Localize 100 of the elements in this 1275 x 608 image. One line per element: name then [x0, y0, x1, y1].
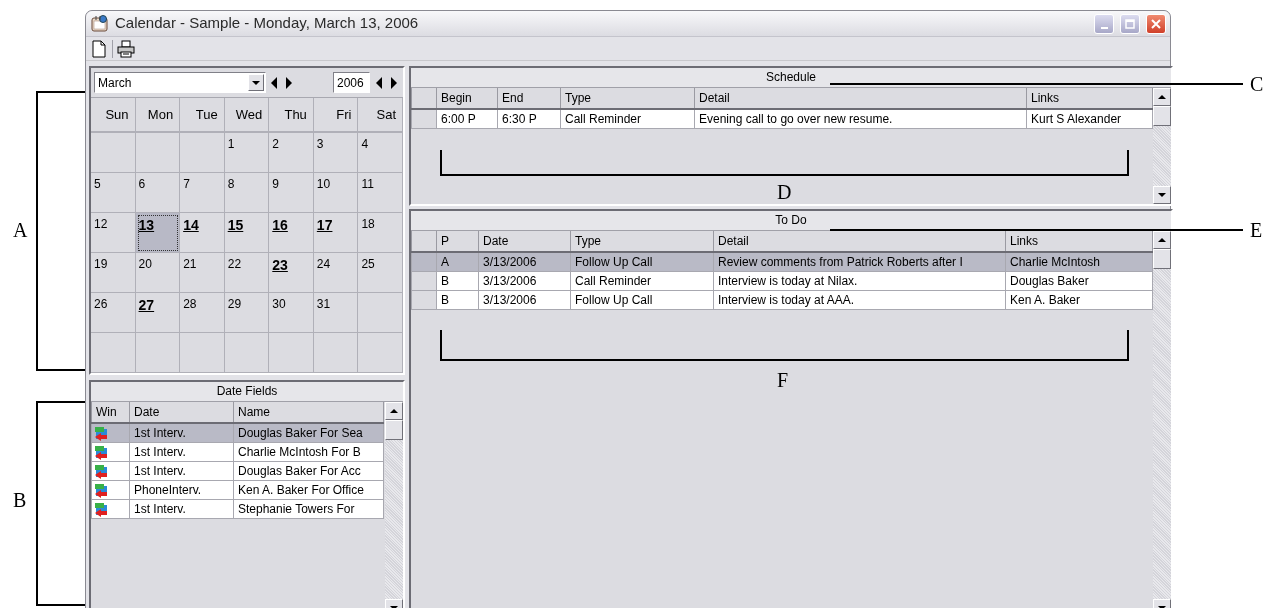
- day-number: 8: [227, 176, 235, 193]
- table-row[interactable]: 1st Interv. Douglas Baker For Acc: [91, 461, 384, 481]
- close-icon: [1151, 18, 1161, 29]
- day-number: 4: [361, 136, 369, 153]
- day-cell[interactable]: 31: [313, 293, 359, 333]
- day-cell[interactable]: 27: [135, 293, 181, 333]
- day-cell[interactable]: 28: [180, 293, 225, 333]
- weekday-header: Fri: [313, 98, 359, 133]
- window-title: Calendar - Sample - Monday, March 13, 2006: [115, 13, 419, 34]
- day-number: 19: [94, 256, 108, 273]
- day-cell[interactable]: 25: [358, 253, 403, 293]
- day-number: 3: [316, 136, 324, 153]
- panel-title: To Do: [411, 211, 1171, 231]
- day-cell[interactable]: 14: [180, 213, 225, 253]
- table-row[interactable]: B 3/13/2006 Follow Up Call Interview is today at AAA. Ken A. Baker: [411, 290, 1153, 310]
- month-dropdown[interactable]: March: [94, 72, 267, 93]
- scroll-up-button[interactable]: [1153, 231, 1171, 249]
- column-header[interactable]: Begin: [436, 88, 498, 109]
- day-cell[interactable]: 21: [180, 253, 225, 293]
- column-header[interactable]: Type: [560, 88, 695, 109]
- day-cell[interactable]: 19: [91, 253, 136, 293]
- dropdown-button[interactable]: [248, 74, 265, 91]
- day-number: 9: [272, 176, 279, 193]
- scrollbar[interactable]: [1153, 88, 1171, 204]
- calendar-icon: [90, 14, 109, 33]
- day-number: 30: [272, 296, 286, 313]
- weekday-header: Sat: [358, 98, 403, 133]
- column-header[interactable]: Detail: [713, 231, 1006, 252]
- weekday-header: Wed: [224, 98, 270, 133]
- day-cell[interactable]: 1: [224, 133, 270, 173]
- scroll-up-button[interactable]: [385, 402, 403, 420]
- column-header[interactable]: Win: [91, 402, 130, 423]
- printer-icon[interactable]: [117, 39, 135, 58]
- table-row[interactable]: 1st Interv. Stephanie Towers For: [91, 499, 384, 519]
- day-cell[interactable]: 4: [358, 133, 403, 173]
- day-number: 23: [272, 256, 288, 275]
- table-row[interactable]: B 3/13/2006 Call Reminder Interview is today at Nilax. Douglas Baker: [411, 271, 1153, 291]
- day-number: 27: [138, 296, 155, 315]
- callout-label: D: [777, 182, 792, 202]
- day-number: 6: [138, 176, 146, 193]
- day-cell[interactable]: 29: [224, 293, 270, 333]
- table-row[interactable]: 6:00 P 6:30 P Call Reminder Evening call to go over new resume. Kurt S Alexander: [411, 109, 1153, 129]
- day-cell[interactable]: 5: [91, 173, 136, 213]
- table-row[interactable]: 1st Interv. Charlie McIntosh For B: [91, 442, 384, 462]
- column-header[interactable]: Date: [478, 231, 571, 252]
- right-arrow-icon: [286, 76, 293, 89]
- column-header[interactable]: Links: [1005, 231, 1153, 252]
- table-row[interactable]: 1st Interv. Douglas Baker For Sea: [91, 423, 384, 443]
- day-cell[interactable]: 30: [269, 293, 314, 333]
- column-header[interactable]: End: [497, 88, 561, 109]
- weekday-header: Mon: [135, 98, 181, 133]
- day-cell[interactable]: 10: [313, 173, 359, 213]
- scroll-down-button[interactable]: [1153, 186, 1171, 204]
- day-cell[interactable]: 16: [269, 213, 314, 253]
- day-cell[interactable]: 20: [135, 253, 181, 293]
- day-number: 10: [316, 176, 331, 193]
- day-number: 14: [183, 216, 199, 235]
- day-cell: [180, 133, 225, 173]
- day-cell[interactable]: 3: [313, 133, 359, 173]
- scrollbar[interactable]: [385, 402, 403, 608]
- new-document-icon[interactable]: [90, 39, 108, 58]
- scroll-up-button[interactable]: [1153, 88, 1171, 106]
- column-header[interactable]: Type: [570, 231, 714, 252]
- day-cell[interactable]: 26: [91, 293, 136, 333]
- callout-label: F: [777, 370, 789, 390]
- day-number: 20: [138, 256, 152, 273]
- column-header[interactable]: P: [436, 231, 479, 252]
- day-cell[interactable]: 17: [313, 213, 359, 253]
- scrollbar[interactable]: [1153, 231, 1171, 608]
- weekday-header: Sun: [91, 98, 136, 133]
- day-cell[interactable]: 2: [269, 133, 314, 173]
- day-number: 26: [94, 296, 108, 313]
- window-icon: [94, 502, 109, 518]
- day-cell[interactable]: 12: [91, 213, 136, 253]
- table-row[interactable]: PhoneInterv. Ken A. Baker For Office: [91, 480, 384, 500]
- day-cell[interactable]: 15: [224, 213, 270, 253]
- window-icon: [94, 483, 109, 499]
- scrollbar-thumb[interactable]: [1153, 249, 1171, 269]
- day-number: 25: [361, 256, 375, 273]
- day-cell[interactable]: 22: [224, 253, 270, 293]
- day-cell[interactable]: 13: [135, 213, 181, 253]
- scrollbar-thumb[interactable]: [385, 420, 403, 440]
- table-row[interactable]: A 3/13/2006 Follow Up Call Review comments from Patrick Roberts after I Charlie McIntosh: [411, 252, 1153, 272]
- column-header[interactable]: Links: [1026, 88, 1153, 109]
- day-cell[interactable]: 18: [358, 213, 403, 253]
- panel-title: Schedule: [411, 68, 1171, 88]
- scrollbar-thumb[interactable]: [1153, 106, 1171, 126]
- day-cell[interactable]: 11: [358, 173, 403, 213]
- column-header[interactable]: Name: [233, 402, 384, 423]
- year-field[interactable]: 2006: [332, 72, 371, 93]
- callout-label: C: [1250, 74, 1264, 94]
- day-cell[interactable]: 7: [180, 173, 225, 213]
- panel-title: Date Fields: [91, 382, 403, 402]
- day-cell[interactable]: 24: [313, 253, 359, 293]
- day-cell[interactable]: 9: [269, 173, 314, 213]
- day-cell[interactable]: 8: [224, 173, 270, 213]
- day-cell[interactable]: 23: [269, 253, 314, 293]
- close-button[interactable]: [1146, 13, 1166, 34]
- column-header[interactable]: Detail: [694, 88, 1027, 109]
- column-header[interactable]: Date: [129, 402, 234, 423]
